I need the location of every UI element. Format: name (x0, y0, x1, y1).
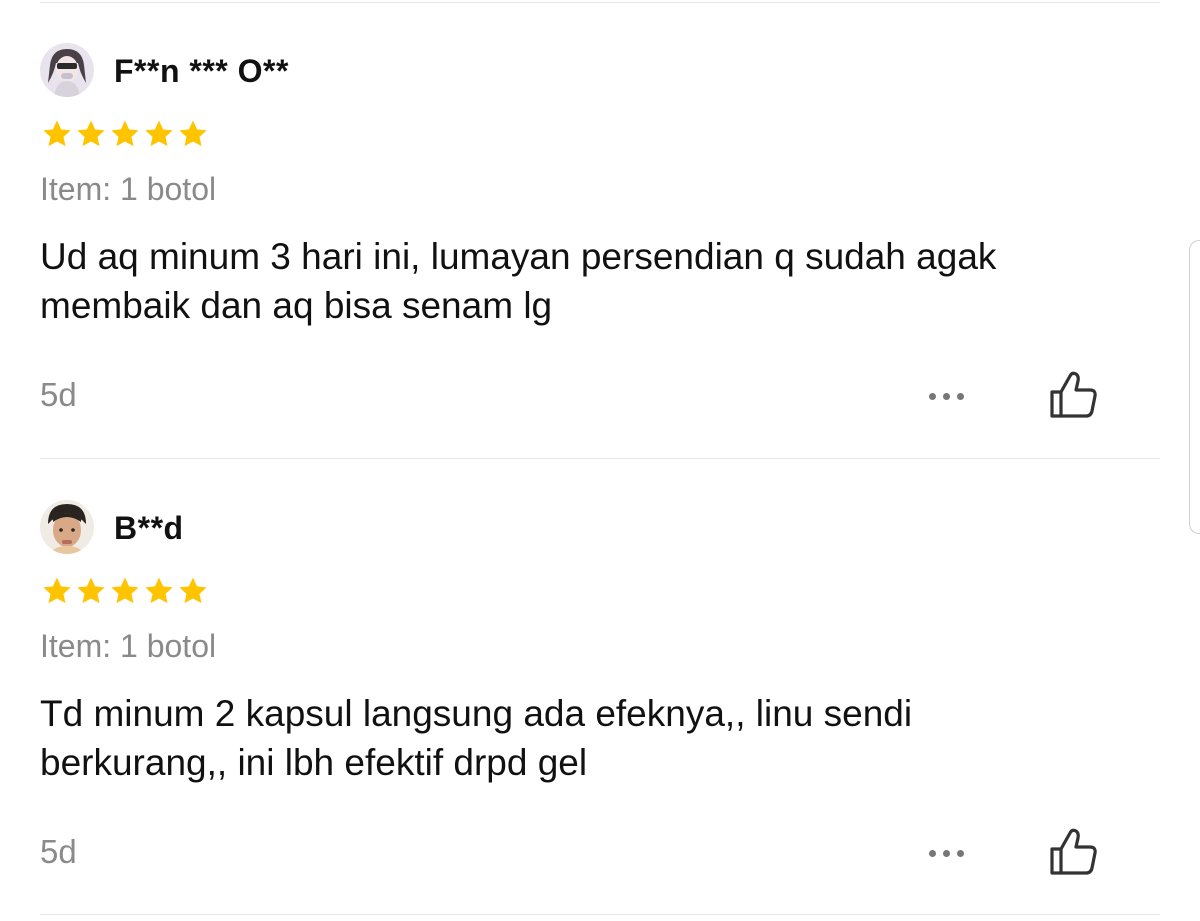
review-timestamp: 5d (40, 833, 77, 870)
star-icon (43, 577, 71, 604)
scrollbar[interactable] (1189, 240, 1200, 534)
star-icon (145, 577, 173, 604)
like-button[interactable] (1046, 825, 1102, 879)
avatar-photo-icon (40, 500, 94, 554)
review-card: F**n *** O** Item: 1 botol Ud aq minum 3… (40, 2, 1160, 458)
item-variant-label: Item: 1 botol (40, 171, 217, 207)
star-icon (111, 120, 139, 147)
more-horizontal-icon (928, 849, 936, 857)
thumbs-up-icon (1050, 828, 1097, 875)
avatar-photo-icon (40, 43, 94, 97)
star-icon (43, 120, 71, 147)
star-icon (179, 577, 207, 604)
reviewer-name: F**n *** O** (114, 53, 289, 89)
star-icon (111, 577, 139, 604)
review-text: Td minum 2 kapsul langsung ada efeknya,,… (40, 693, 913, 783)
star-icon (145, 120, 173, 147)
more-options-button[interactable] (924, 384, 968, 408)
review-timestamp: 5d (40, 376, 77, 413)
star-icon (179, 120, 207, 147)
bottom-divider (40, 914, 1160, 915)
avatar[interactable] (40, 500, 94, 554)
more-horizontal-icon (928, 392, 936, 400)
more-dot (942, 392, 950, 400)
review-card: B**d Item: 1 botol Td minum 2 kapsul lan… (40, 459, 1160, 915)
star-rating (40, 574, 210, 608)
avatar[interactable] (40, 43, 94, 97)
more-dot (942, 849, 950, 857)
review-text: Ud aq minum 3 hari ini, lumayan persendi… (40, 236, 997, 326)
reviewer-name: B**d (114, 510, 184, 546)
more-dot (956, 392, 964, 400)
star-rating (40, 117, 210, 151)
more-options-button[interactable] (924, 841, 968, 865)
like-button[interactable] (1046, 368, 1102, 422)
star-icon (77, 120, 105, 147)
review-list-page: F**n *** O** Item: 1 botol Ud aq minum 3… (0, 0, 1200, 921)
more-dot (956, 849, 964, 857)
star-icon (77, 577, 105, 604)
thumbs-up-icon (1050, 371, 1097, 418)
item-variant-label: Item: 1 botol (40, 628, 217, 664)
